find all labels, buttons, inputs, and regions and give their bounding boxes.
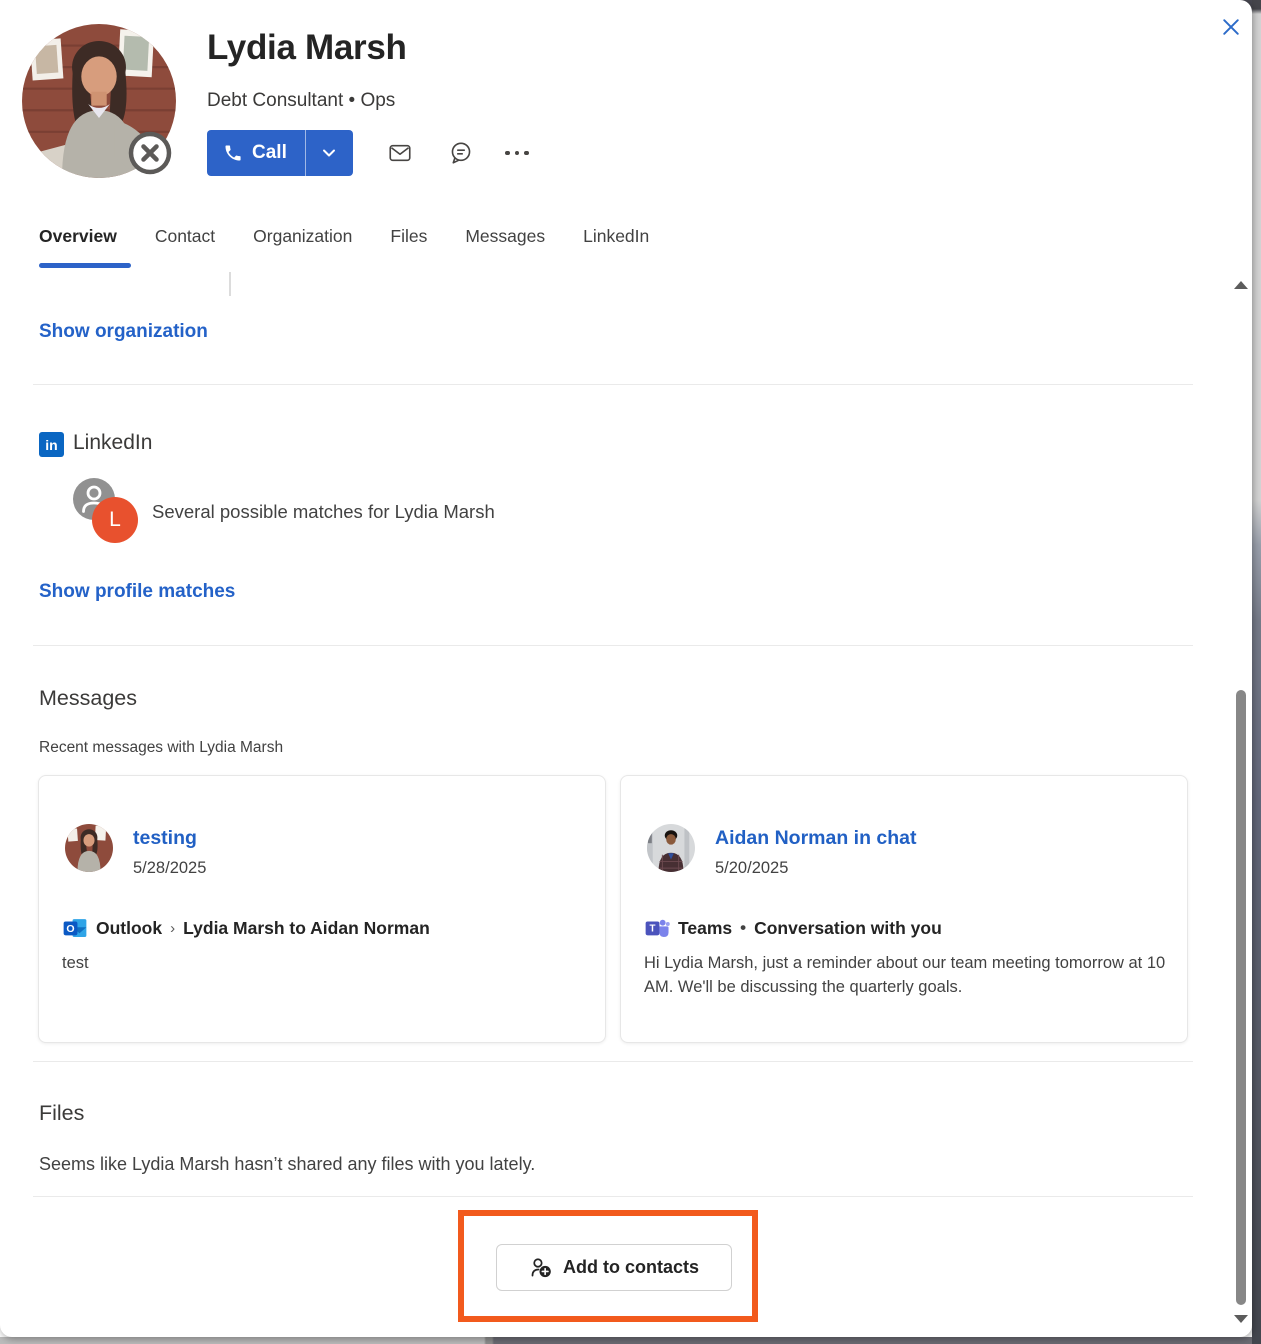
section-divider	[33, 1061, 1193, 1062]
section-divider	[33, 384, 1193, 385]
message-date: 5/28/2025	[133, 859, 206, 878]
scroll-down-arrow[interactable]	[1233, 1311, 1249, 1327]
tab-files[interactable]: Files	[390, 226, 427, 261]
ellipsis-icon	[505, 151, 529, 156]
section-divider	[33, 1196, 1193, 1197]
avatar	[647, 824, 695, 872]
svg-text:T: T	[650, 924, 656, 935]
message-preview-text: Hi Lydia Marsh, just a reminder about ou…	[644, 952, 1169, 1000]
chat-button[interactable]	[442, 134, 480, 172]
presence-badge-offline	[126, 129, 174, 177]
message-source-row: T Teams • Conversation with you	[644, 915, 942, 941]
tab-linkedin[interactable]: LinkedIn	[583, 226, 649, 261]
offline-x-icon	[126, 129, 174, 177]
more-options-button[interactable]	[498, 134, 536, 172]
profile-tab-bar: Overview Contact Organization Files Mess…	[39, 226, 649, 261]
message-source-app: Teams	[678, 918, 732, 939]
teams-icon: T	[644, 915, 670, 941]
add-to-contacts-label: Add to contacts	[563, 1257, 699, 1278]
add-to-contacts-button[interactable]: Add to contacts	[496, 1244, 732, 1291]
message-source-row: O Outlook › Lydia Marsh to Aidan Norman	[62, 915, 430, 941]
underlying-window-bottom-edge	[0, 1337, 1252, 1344]
contact-profile-card: Lydia Marsh Debt Consultant • Ops Call	[0, 0, 1252, 1337]
active-tab-indicator	[39, 263, 131, 268]
triangle-down-icon	[1234, 1315, 1248, 1323]
message-title-link[interactable]: testing	[133, 827, 197, 850]
bullet-separator: •	[740, 918, 746, 938]
underlying-window-right-edge	[1252, 0, 1261, 1344]
message-card-outlook[interactable]: testing 5/28/2025 O Outlook › Lydia Mars…	[38, 775, 606, 1043]
org-chart-remnant-line	[229, 272, 231, 296]
show-profile-matches-link[interactable]: Show profile matches	[39, 581, 235, 603]
page-title-contact-name: Lydia Marsh	[207, 28, 407, 68]
message-card-teams[interactable]: Aidan Norman in chat 5/20/2025 T Teams •…	[620, 775, 1188, 1043]
linkedin-section-title: LinkedIn	[73, 431, 152, 455]
scroll-up-arrow[interactable]	[1233, 277, 1249, 293]
tab-overview[interactable]: Overview	[39, 226, 117, 261]
call-options-dropdown-button[interactable]	[305, 130, 353, 176]
contact-job-title: Debt Consultant • Ops	[207, 90, 395, 112]
person-add-icon	[529, 1256, 553, 1280]
send-email-button[interactable]	[381, 134, 419, 172]
tab-contact[interactable]: Contact	[155, 226, 215, 261]
message-title-link[interactable]: Aidan Norman in chat	[715, 827, 917, 850]
match-initial-badge: L	[92, 497, 138, 543]
message-source-detail: Conversation with you	[754, 918, 942, 939]
scrollbar-thumb[interactable]	[1236, 690, 1246, 1305]
tab-organization[interactable]: Organization	[253, 226, 352, 261]
avatar-photo-woman	[65, 824, 113, 872]
call-split-button: Call	[207, 130, 353, 176]
chevron-down-icon	[320, 144, 338, 162]
chevron-right-separator: ›	[170, 920, 175, 937]
chat-bubble-icon	[448, 137, 474, 169]
tab-messages[interactable]: Messages	[465, 226, 545, 261]
outlook-icon: O	[62, 915, 88, 941]
message-source-app: Outlook	[96, 918, 162, 939]
show-organization-link[interactable]: Show organization	[39, 321, 208, 343]
triangle-up-icon	[1234, 281, 1248, 289]
section-divider	[33, 645, 1193, 646]
avatar-photo-man	[647, 824, 695, 872]
close-button[interactable]	[1214, 10, 1248, 44]
call-button[interactable]: Call	[207, 130, 305, 176]
message-source-detail: Lydia Marsh to Aidan Norman	[183, 918, 430, 939]
avatar	[65, 824, 113, 872]
call-button-label: Call	[252, 142, 287, 164]
svg-text:O: O	[66, 923, 74, 935]
mail-icon	[387, 137, 413, 169]
messages-section-title: Messages	[39, 686, 137, 711]
files-empty-text: Seems like Lydia Marsh hasn’t shared any…	[39, 1154, 535, 1175]
phone-icon	[223, 143, 243, 163]
linkedin-match-text: Several possible matches for Lydia Marsh	[152, 501, 495, 523]
message-preview-text: test	[62, 952, 587, 976]
messages-section-subtitle: Recent messages with Lydia Marsh	[39, 739, 283, 757]
files-section-title: Files	[39, 1101, 84, 1126]
linkedin-logo-icon: in	[39, 432, 64, 457]
close-icon	[1220, 14, 1242, 40]
message-date: 5/20/2025	[715, 859, 788, 878]
